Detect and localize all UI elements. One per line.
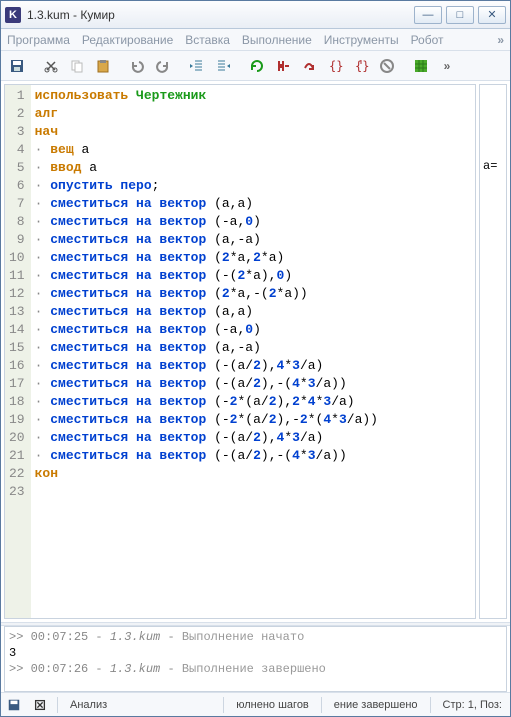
menu-program[interactable]: Программа	[7, 33, 70, 47]
code-line[interactable]	[35, 483, 471, 501]
line-number: 23	[9, 483, 25, 501]
menu-edit[interactable]: Редактирование	[82, 33, 173, 47]
console-line: >> 00:07:26 - 1.3.kum - Выполнение завер…	[9, 661, 502, 677]
run-icon[interactable]	[245, 54, 269, 78]
code-line[interactable]: алг	[35, 105, 471, 123]
editor-container: 1234567891011121314151617181920212223 ис…	[4, 84, 476, 619]
line-number: 10	[9, 249, 25, 267]
line-number: 18	[9, 393, 25, 411]
stop-icon[interactable]	[375, 54, 399, 78]
copy-icon[interactable]	[65, 54, 89, 78]
code-line[interactable]: · сместиться на вектор (a,-a)	[35, 339, 471, 357]
code-line[interactable]: · сместиться на вектор (-(a/2),4*3/a)	[35, 429, 471, 447]
app-window: K 1.3.kum - Кумир — □ ✕ Программа Редакт…	[0, 0, 511, 717]
code-line[interactable]: · вещ a	[35, 141, 471, 159]
outdent-icon[interactable]	[185, 54, 209, 78]
main-area: 1234567891011121314151617181920212223 ис…	[1, 81, 510, 622]
var-a-label: a=	[483, 159, 506, 173]
code-line[interactable]: · сместиться на вектор (a,a)	[35, 303, 471, 321]
code-line[interactable]: использовать Чертежник	[35, 87, 471, 105]
grid-icon[interactable]	[409, 54, 433, 78]
code-line[interactable]: · сместиться на вектор (-2*(a/2),2*4*3/a…	[35, 393, 471, 411]
code-line[interactable]: кон	[35, 465, 471, 483]
code-line[interactable]: · опустить перо;	[35, 177, 471, 195]
app-icon: K	[5, 7, 21, 23]
status-state: ение завершено	[330, 699, 422, 711]
line-number: 21	[9, 447, 25, 465]
code-line[interactable]: · сместиться на вектор (2*a,2*a)	[35, 249, 471, 267]
cut-icon[interactable]	[39, 54, 63, 78]
line-number: 22	[9, 465, 25, 483]
code-line[interactable]: нач	[35, 123, 471, 141]
code-line[interactable]: · сместиться на вектор (-(a/2),4*3/a)	[35, 357, 471, 375]
line-number: 3	[9, 123, 25, 141]
save-icon[interactable]	[5, 54, 29, 78]
code-line[interactable]: · сместиться на вектор (a,a)	[35, 195, 471, 213]
svg-text:{}: {}	[329, 59, 343, 73]
line-number: 20	[9, 429, 25, 447]
line-number: 12	[9, 285, 25, 303]
line-number: 11	[9, 267, 25, 285]
step-out-icon[interactable]: {}	[349, 54, 373, 78]
menu-robot[interactable]: Робот	[411, 33, 444, 47]
save-status-icon[interactable]	[5, 696, 23, 714]
code-line[interactable]: · сместиться на вектор (-a,0)	[35, 321, 471, 339]
line-number: 8	[9, 213, 25, 231]
line-number: 9	[9, 231, 25, 249]
maximize-button[interactable]: □	[446, 6, 474, 24]
console-line: >> 00:07:25 - 1.3.kum - Выполнение начат…	[9, 629, 502, 645]
line-gutter: 1234567891011121314151617181920212223	[5, 85, 31, 618]
statusbar: Анализ юлнено шагов ение завершено Стр: …	[1, 692, 510, 716]
step-icon[interactable]	[271, 54, 295, 78]
window-title: 1.3.kum - Кумир	[27, 8, 414, 22]
output-console[interactable]: >> 00:07:25 - 1.3.kum - Выполнение начат…	[4, 626, 507, 692]
menu-tools[interactable]: Инструменты	[324, 33, 399, 47]
undo-icon[interactable]	[125, 54, 149, 78]
line-number: 4	[9, 141, 25, 159]
line-number: 16	[9, 357, 25, 375]
code-line[interactable]: · сместиться на вектор (-2*(a/2),-2*(4*3…	[35, 411, 471, 429]
paste-icon[interactable]	[91, 54, 115, 78]
menu-insert[interactable]: Вставка	[185, 33, 230, 47]
variables-pane: a=	[479, 84, 507, 619]
redo-icon[interactable]	[151, 54, 175, 78]
line-number: 17	[9, 375, 25, 393]
code-line[interactable]: · сместиться на вектор (-a,0)	[35, 213, 471, 231]
error-status-icon[interactable]	[31, 696, 49, 714]
code-line[interactable]: · сместиться на вектор (2*a,-(2*a))	[35, 285, 471, 303]
line-number: 7	[9, 195, 25, 213]
menubar: Программа Редактирование Вставка Выполне…	[1, 29, 510, 51]
console-line: 3	[9, 645, 502, 661]
line-number: 1	[9, 87, 25, 105]
step-over-icon[interactable]	[297, 54, 321, 78]
menu-overflow[interactable]: »	[497, 33, 504, 47]
toolbar-overflow[interactable]: »	[435, 54, 459, 78]
status-steps: юлнено шагов	[232, 699, 313, 711]
status-position: Стр: 1, Поз:	[439, 699, 506, 711]
close-button[interactable]: ✕	[478, 6, 506, 24]
line-number: 14	[9, 321, 25, 339]
toolbar: {} {} »	[1, 51, 510, 81]
line-number: 15	[9, 339, 25, 357]
line-number: 13	[9, 303, 25, 321]
code-line[interactable]: · сместиться на вектор (a,-a)	[35, 231, 471, 249]
titlebar: K 1.3.kum - Кумир — □ ✕	[1, 1, 510, 29]
status-analysis: Анализ	[66, 699, 215, 711]
code-line[interactable]: · сместиться на вектор (-(a/2),-(4*3/a))	[35, 375, 471, 393]
code-content[interactable]: использовать Чертежникалгнач· вещ a· вво…	[31, 85, 475, 618]
code-editor[interactable]: 1234567891011121314151617181920212223 ис…	[5, 85, 475, 618]
code-line[interactable]: · ввод a	[35, 159, 471, 177]
indent-icon[interactable]	[211, 54, 235, 78]
svg-text:{}: {}	[355, 59, 369, 73]
line-number: 6	[9, 177, 25, 195]
menu-run[interactable]: Выполнение	[242, 33, 312, 47]
code-line[interactable]: · сместиться на вектор (-(a/2),-(4*3/a))	[35, 447, 471, 465]
line-number: 5	[9, 159, 25, 177]
line-number: 2	[9, 105, 25, 123]
line-number: 19	[9, 411, 25, 429]
minimize-button[interactable]: —	[414, 6, 442, 24]
step-into-icon[interactable]: {}	[323, 54, 347, 78]
code-line[interactable]: · сместиться на вектор (-(2*a),0)	[35, 267, 471, 285]
